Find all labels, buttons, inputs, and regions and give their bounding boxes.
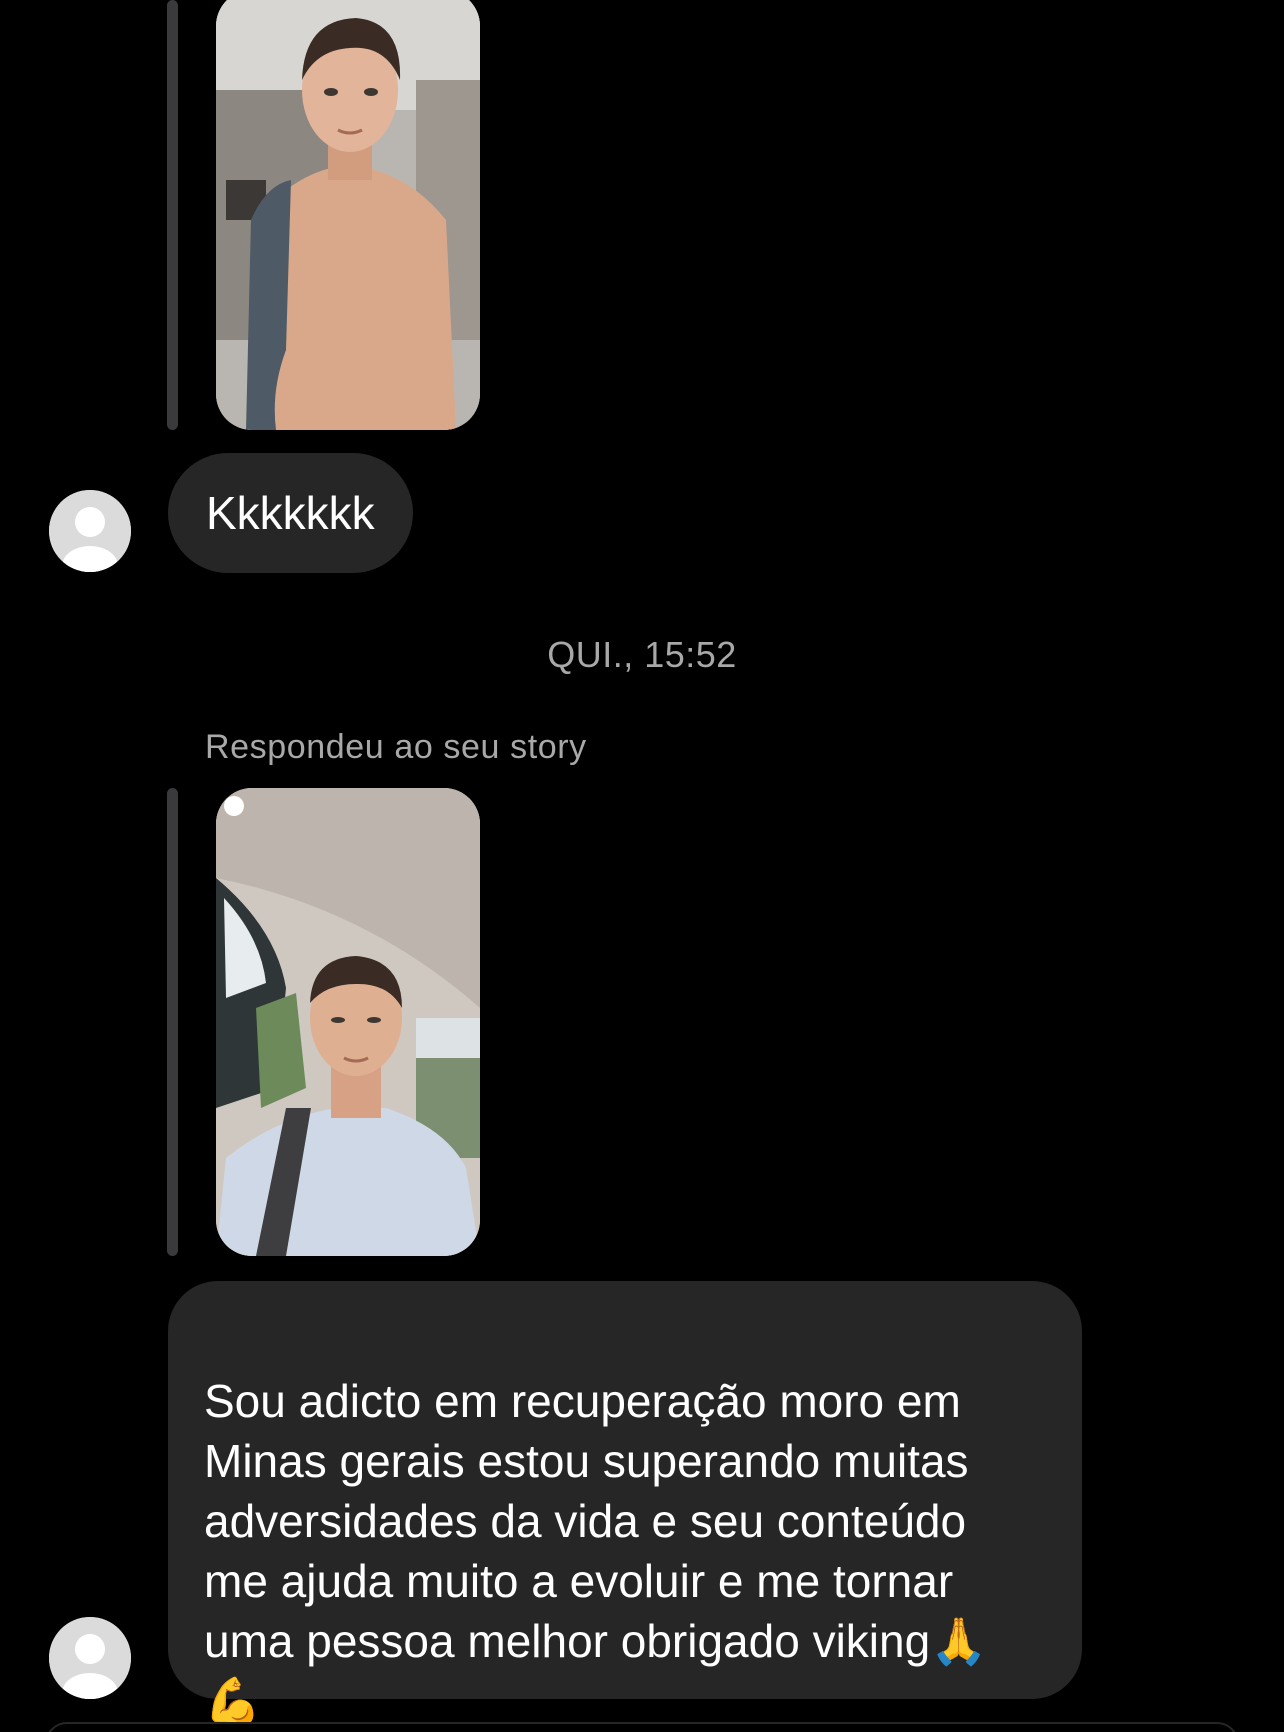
default-user-avatar-icon[interactable] xyxy=(49,490,131,572)
story-thumbnail-man-in-car[interactable] xyxy=(216,788,480,1256)
message-bubble[interactable]: Kkkkkkk xyxy=(168,453,413,573)
default-user-avatar-icon[interactable] xyxy=(49,1617,131,1699)
avatar-silhouette-icon xyxy=(49,1617,131,1699)
message-text: Kkkkkkk xyxy=(206,487,375,539)
chat-screen: Kkkkkkk QUI., 15:52 Respondeu ao seu sto… xyxy=(0,0,1284,1732)
chat-timestamp: QUI., 15:52 xyxy=(547,634,737,675)
message-bubble[interactable]: Sou adicto em recuperação moro em Minas … xyxy=(168,1281,1082,1727)
message-text: Sou adicto em recuperação moro em Minas … xyxy=(204,1375,988,1727)
avatar-silhouette-icon xyxy=(49,490,131,572)
message-composer[interactable] xyxy=(45,1722,1239,1732)
story-image-2 xyxy=(216,788,480,1256)
story-thumbnail-shirtless-man[interactable] xyxy=(216,0,480,430)
story-reply-bar xyxy=(167,0,178,430)
story-image-1 xyxy=(216,0,480,430)
story-reply-bar xyxy=(167,788,178,1256)
story-reply-label: Respondeu ao seu story xyxy=(205,728,587,766)
